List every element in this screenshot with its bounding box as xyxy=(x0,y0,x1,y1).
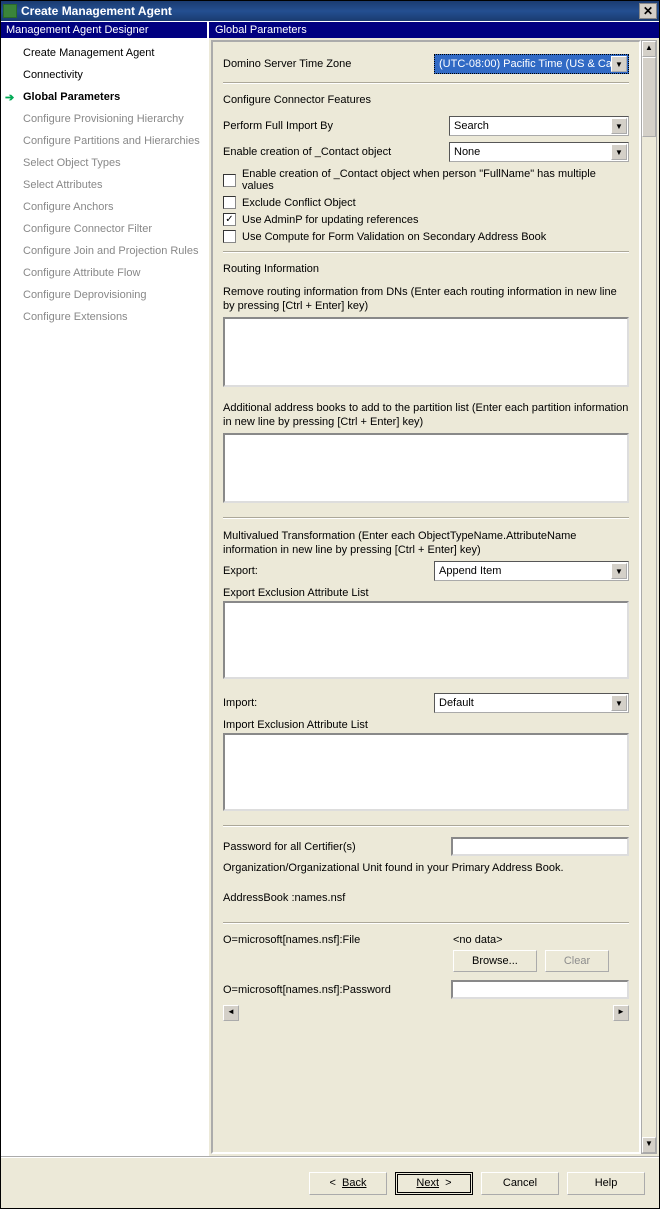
wizard-step-label: Configure Connector Filter xyxy=(23,223,152,235)
scroll-left-icon[interactable]: ◄ xyxy=(223,1005,239,1021)
checkbox-icon[interactable] xyxy=(223,196,236,209)
app-icon xyxy=(3,4,17,18)
clear-button[interactable]: Clear xyxy=(545,950,609,972)
chevron-down-icon[interactable]: ▼ xyxy=(611,118,627,134)
certifier-password-input[interactable] xyxy=(451,837,629,856)
addressbook-text: AddressBook :names.nsf xyxy=(223,892,629,904)
wizard-step-label: Connectivity xyxy=(23,69,83,81)
browse-button[interactable]: Browse... xyxy=(453,950,537,972)
export-label: Export: xyxy=(223,565,428,577)
chevron-down-icon[interactable]: ▼ xyxy=(611,695,627,711)
content-area: Domino Server Time Zone (UTC-08:00) Paci… xyxy=(211,40,641,1154)
main-panel: Global Parameters Domino Server Time Zon… xyxy=(209,22,659,1156)
certifier-password-label: Password for all Certifier(s) xyxy=(223,841,441,853)
checkbox-use-compute[interactable]: Use Compute for Form Validation on Secon… xyxy=(223,230,629,243)
checkbox-icon[interactable] xyxy=(223,230,236,243)
wizard-step-label: Configure Deprovisioning xyxy=(23,289,147,301)
addrbook-help: Additional address books to add to the p… xyxy=(223,401,629,429)
file-password-input[interactable] xyxy=(451,980,629,999)
scroll-right-icon[interactable]: ► xyxy=(613,1005,629,1021)
import-dropdown[interactable]: Default ▼ xyxy=(434,693,629,713)
file-value: <no data> xyxy=(453,934,563,946)
window-title: Create Management Agent xyxy=(21,4,172,18)
sidebar-header: Management Agent Designer xyxy=(1,22,207,38)
back-button[interactable]: < Back xyxy=(309,1172,387,1195)
checkbox-icon[interactable] xyxy=(223,174,236,187)
timezone-dropdown[interactable]: (UTC-08:00) Pacific Time (US & Can ▼ xyxy=(434,54,629,74)
next-button[interactable]: Next > xyxy=(395,1172,473,1195)
file-label: O=microsoft[names.nsf]:File xyxy=(223,934,443,946)
checkbox-icon[interactable]: ✓ xyxy=(223,213,236,226)
routing-textarea[interactable] xyxy=(223,317,629,387)
wizard-step-label: Create Management Agent xyxy=(23,47,154,59)
file-password-label: O=microsoft[names.nsf]:Password xyxy=(223,984,441,996)
wizard-step-label: Global Parameters xyxy=(23,91,120,103)
horizontal-scrollbar[interactable]: ◄ ► xyxy=(223,1005,629,1021)
chevron-down-icon[interactable]: ▼ xyxy=(611,563,627,579)
sidebar: Management Agent Designer Create Managem… xyxy=(1,22,209,1156)
enable-contact-dropdown[interactable]: None ▼ xyxy=(449,142,629,162)
export-exclusion-textarea[interactable] xyxy=(223,601,629,679)
close-icon[interactable]: ✕ xyxy=(639,3,657,19)
wizard-step[interactable]: Select Object Types xyxy=(1,152,207,174)
scroll-down-icon[interactable]: ▼ xyxy=(642,1137,656,1153)
cancel-button[interactable]: Cancel xyxy=(481,1172,559,1195)
org-info-text: Organization/Organizational Unit found i… xyxy=(223,862,629,874)
wizard-step[interactable]: Connectivity xyxy=(1,64,207,86)
wizard-step[interactable]: Create Management Agent xyxy=(1,42,207,64)
wizard-buttons: < Back Next > Cancel Help xyxy=(1,1156,659,1208)
wizard-step[interactable]: Select Attributes xyxy=(1,174,207,196)
wizard-step-label: Select Attributes xyxy=(23,179,103,191)
wizard-steps: Create Management Agent Connectivity ➔ Glob… xyxy=(1,38,207,1156)
export-exclusion-label: Export Exclusion Attribute List xyxy=(223,587,629,599)
enable-contact-label: Enable creation of _Contact object xyxy=(223,146,443,158)
wizard-step-label: Configure Extensions xyxy=(23,311,128,323)
wizard-step[interactable]: Configure Extensions xyxy=(1,306,207,328)
routing-help: Remove routing information from DNs (Ent… xyxy=(223,285,629,313)
import-by-label: Perform Full Import By xyxy=(223,120,443,132)
wizard-step-label: Configure Join and Projection Rules xyxy=(23,245,199,257)
page-header: Global Parameters xyxy=(209,22,659,38)
import-by-dropdown[interactable]: Search ▼ xyxy=(449,116,629,136)
wizard-step-label: Configure Anchors xyxy=(23,201,114,213)
wizard-step[interactable]: ➔ Global Parameters xyxy=(1,86,207,108)
addrbook-textarea[interactable] xyxy=(223,433,629,503)
wizard-step-label: Configure Provisioning Hierarchy xyxy=(23,113,184,125)
dialog: Create Management Agent ✕ Management Age… xyxy=(0,0,660,1209)
titlebar: Create Management Agent ✕ xyxy=(1,1,659,21)
export-dropdown[interactable]: Append Item ▼ xyxy=(434,561,629,581)
scroll-up-icon[interactable]: ▲ xyxy=(642,41,656,57)
import-exclusion-textarea[interactable] xyxy=(223,733,629,811)
checkbox-enable-contact-fullname[interactable]: Enable creation of _Contact object when … xyxy=(223,168,629,192)
features-title: Configure Connector Features xyxy=(223,94,629,106)
wizard-step[interactable]: Configure Join and Projection Rules xyxy=(1,240,207,262)
routing-title: Routing Information xyxy=(223,263,629,275)
vertical-scrollbar[interactable]: ▲ ▼ xyxy=(641,40,657,1154)
wizard-step[interactable]: Configure Anchors xyxy=(1,196,207,218)
wizard-step[interactable]: Configure Attribute Flow xyxy=(1,262,207,284)
wizard-step[interactable]: Configure Partitions and Hierarchies xyxy=(1,130,207,152)
wizard-step[interactable]: Configure Connector Filter xyxy=(1,218,207,240)
import-label: Import: xyxy=(223,697,428,709)
wizard-step-label: Configure Attribute Flow xyxy=(23,267,140,279)
wizard-step[interactable]: Configure Provisioning Hierarchy xyxy=(1,108,207,130)
multival-help: Multivalued Transformation (Enter each O… xyxy=(223,529,629,557)
wizard-step-label: Configure Partitions and Hierarchies xyxy=(23,135,200,147)
help-button[interactable]: Help xyxy=(567,1172,645,1195)
chevron-down-icon[interactable]: ▼ xyxy=(611,56,627,72)
wizard-step[interactable]: Configure Deprovisioning xyxy=(1,284,207,306)
chevron-down-icon[interactable]: ▼ xyxy=(611,144,627,160)
import-exclusion-label: Import Exclusion Attribute List xyxy=(223,719,629,731)
checkbox-use-adminp[interactable]: ✓ Use AdminP for updating references xyxy=(223,213,629,226)
arrow-icon: ➔ xyxy=(5,89,14,107)
checkbox-exclude-conflict[interactable]: Exclude Conflict Object xyxy=(223,196,629,209)
wizard-step-label: Select Object Types xyxy=(23,157,121,169)
timezone-label: Domino Server Time Zone xyxy=(223,58,428,70)
